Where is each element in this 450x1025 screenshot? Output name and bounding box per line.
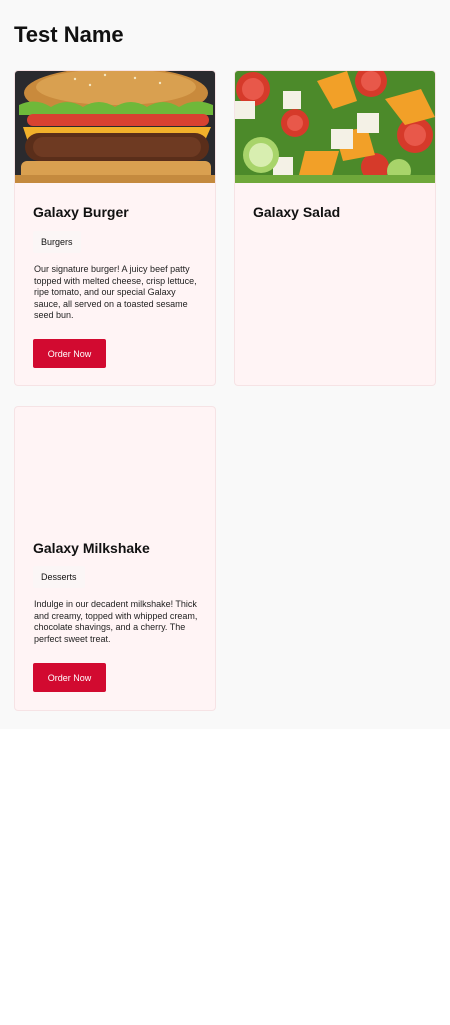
menu-page: Test Name Galaxy Burger Burgers Our sign… [0, 0, 450, 729]
category-tag: Burgers [33, 231, 81, 253]
menu-card-milkshake: Galaxy Milkshake Desserts Indulge in our… [14, 406, 216, 711]
card-description: Indulge in our decadent milkshake! Thick… [34, 599, 198, 644]
burger-image [15, 71, 215, 183]
salad-image [235, 71, 435, 183]
card-description: Our signature burger! A juicy beef patty… [34, 264, 197, 320]
order-now-button[interactable]: Order Now [33, 663, 106, 692]
burger-image-graphic [15, 71, 215, 183]
order-now-button[interactable]: Order Now [33, 339, 106, 368]
menu-card-burger: Galaxy Burger Burgers Our signature burg… [14, 70, 216, 386]
card-title: Galaxy Burger [33, 204, 129, 220]
page-title: Test Name [14, 22, 124, 47]
menu-card-salad: Galaxy Salad [234, 70, 436, 386]
card-title: Galaxy Salad [253, 204, 341, 220]
salad-image-graphic [235, 71, 435, 183]
card-title: Galaxy Milkshake [33, 540, 150, 556]
category-tag: Desserts [33, 566, 85, 588]
